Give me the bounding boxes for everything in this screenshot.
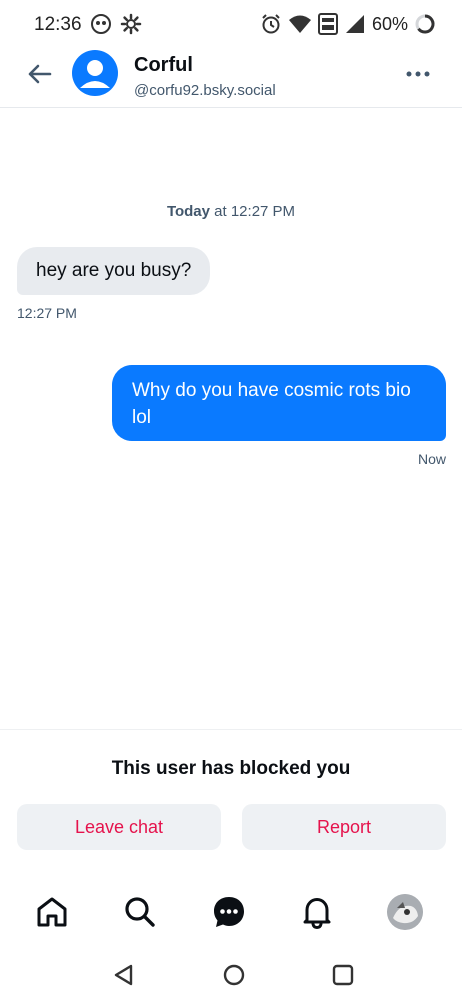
default-avatar-icon xyxy=(80,60,110,88)
arrow-left-icon xyxy=(28,64,52,84)
chat-bubble-icon xyxy=(214,897,244,927)
outgoing-message-time: Now xyxy=(417,451,446,467)
more-dots-icon xyxy=(406,71,430,77)
bell-icon xyxy=(303,898,331,930)
system-back-button[interactable] xyxy=(111,962,137,988)
more-options-button[interactable] xyxy=(404,64,432,84)
volte-icon xyxy=(317,13,338,35)
blocked-message: This user has blocked you xyxy=(111,758,351,779)
signal-icon xyxy=(345,15,364,33)
profile-picture-icon xyxy=(387,894,423,930)
nav-home[interactable] xyxy=(32,892,72,932)
status-time: 12:36 xyxy=(34,14,82,35)
nav-chat[interactable] xyxy=(209,892,249,932)
leave-chat-button[interactable]: Leave chat xyxy=(17,804,221,850)
circle-home-icon xyxy=(223,964,245,986)
outgoing-message-bubble[interactable]: Why do you have cosmic rots bio lol xyxy=(112,365,446,441)
system-nav-bar xyxy=(0,950,462,1000)
system-recents-button[interactable] xyxy=(330,962,356,988)
home-icon xyxy=(37,897,67,927)
search-icon xyxy=(125,897,155,927)
user-handle[interactable]: @corfu92.bsky.social xyxy=(134,82,276,99)
system-home-button[interactable] xyxy=(221,962,247,988)
incoming-message-time: 12:27 PM xyxy=(17,305,77,321)
profile-avatar xyxy=(387,894,423,930)
status-left-icons xyxy=(90,13,142,35)
battery-percentage: 60% xyxy=(371,13,408,34)
triangle-back-icon xyxy=(114,964,133,986)
date-separator-time: at 12:27 PM xyxy=(210,203,296,220)
nav-search[interactable] xyxy=(120,892,160,932)
date-separator: Today at 12:27 PM xyxy=(0,203,462,220)
blocked-notice: This user has blocked you Leave chat Rep… xyxy=(0,729,462,869)
status-bar: 12:36 60% xyxy=(0,0,462,50)
date-separator-day: Today xyxy=(166,203,210,220)
conversation-title[interactable]: Corful xyxy=(134,54,193,77)
avatar[interactable] xyxy=(72,50,118,96)
chat-header: Corful @corfu92.bsky.social xyxy=(0,46,462,108)
nav-notifications[interactable] xyxy=(297,892,337,932)
battery-icon xyxy=(415,14,435,34)
incoming-message-bubble[interactable]: hey are you busy? xyxy=(17,247,211,295)
alarm-icon xyxy=(262,14,280,34)
square-recents-icon xyxy=(332,964,354,986)
back-button[interactable] xyxy=(24,58,56,90)
nav-profile[interactable] xyxy=(385,892,425,932)
bottom-nav xyxy=(0,880,462,946)
settings-gear-icon xyxy=(120,13,142,35)
app-notification-icon xyxy=(91,14,111,34)
report-button[interactable]: Report xyxy=(242,804,446,850)
status-right-icons: 60% xyxy=(260,13,436,35)
wifi-icon xyxy=(288,15,311,33)
